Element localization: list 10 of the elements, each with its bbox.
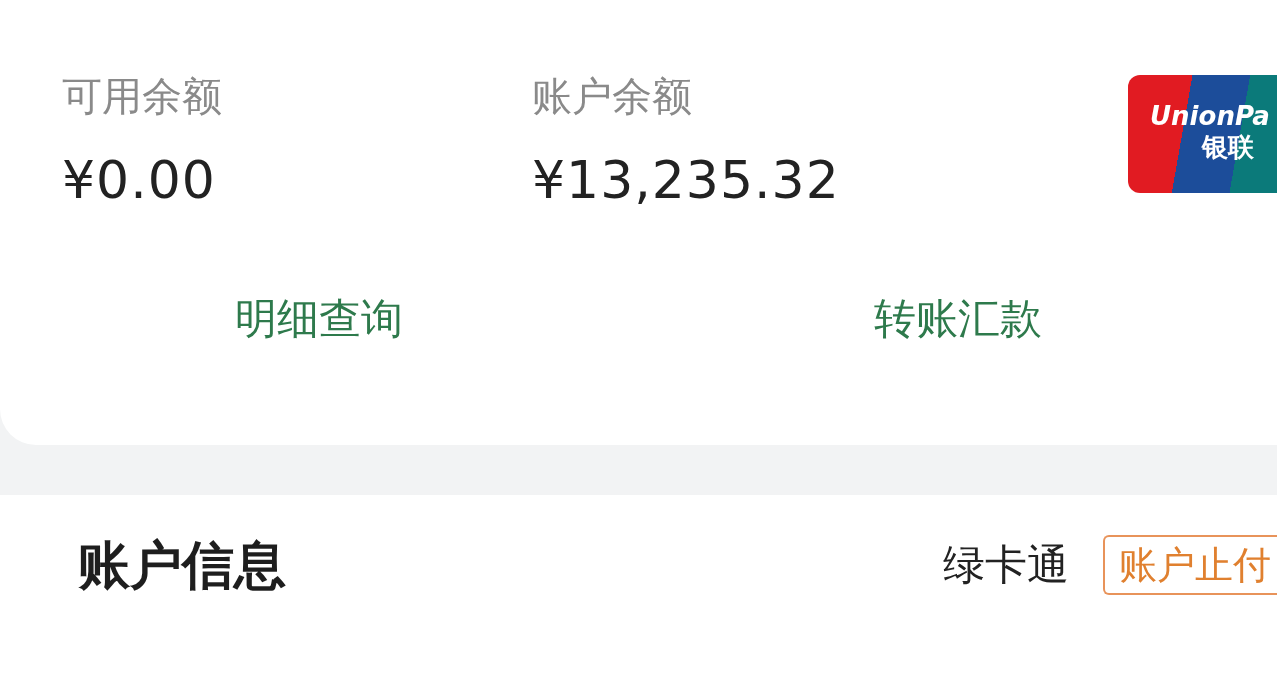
balance-amount: ¥0.00 <box>62 150 217 210</box>
action-link[interactable]: 转账汇款 <box>638 292 1277 346</box>
logo-text: 银联 <box>1202 131 1254 163</box>
card-type: 绿卡通 <box>943 539 1069 591</box>
balance-label: 账户余额 <box>532 72 693 121</box>
balance-amount: ¥13,235.32 <box>532 150 841 210</box>
status-badge: 账户止付 <box>1103 535 1277 595</box>
action-link[interactable]: 明细查询 <box>0 292 639 346</box>
balance-label: 可用余额 <box>62 72 223 121</box>
section-title: 账户信息 <box>78 534 286 597</box>
